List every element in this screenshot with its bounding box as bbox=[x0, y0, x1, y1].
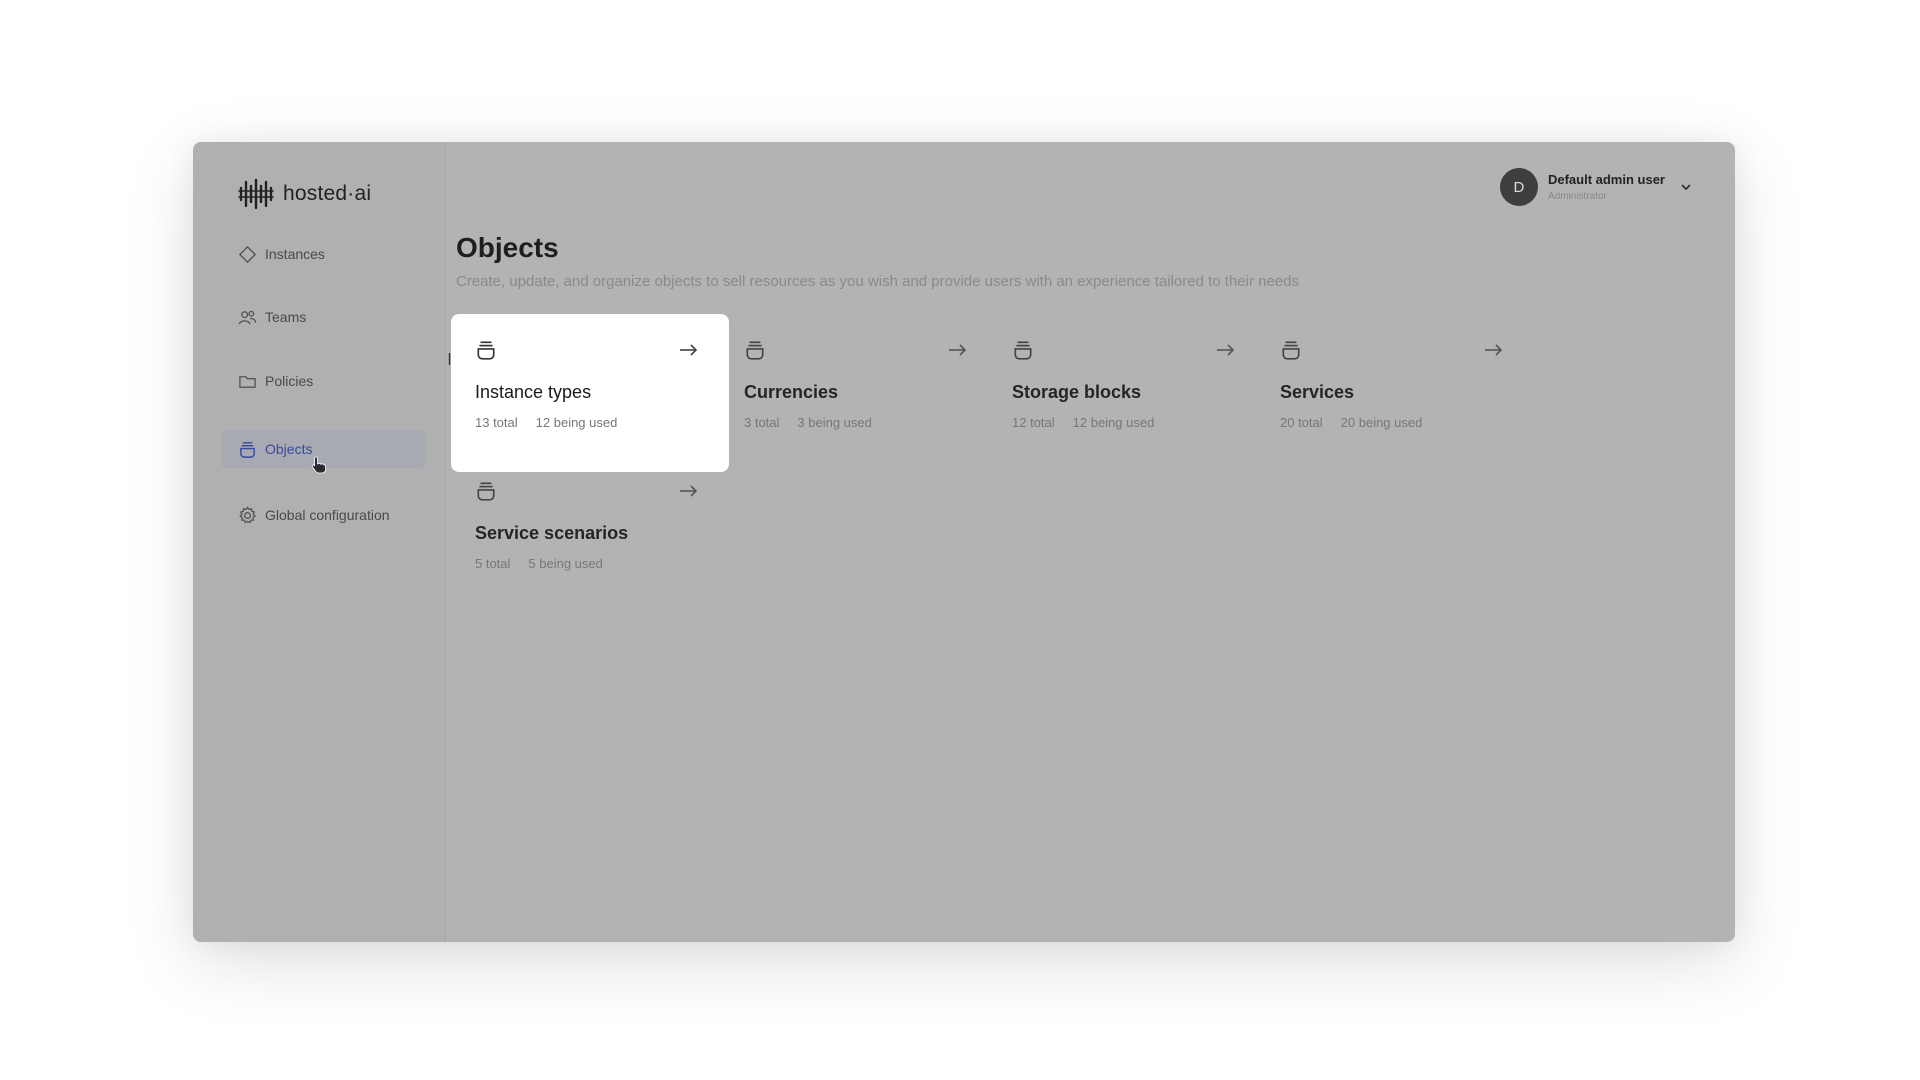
card-total: 13 total bbox=[475, 415, 518, 430]
object-card-storage-blocks[interactable]: Storage blocks 12 total 12 being used bbox=[988, 314, 1266, 472]
user-name: Default admin user bbox=[1547, 172, 1665, 187]
card-title: Service scenarios bbox=[475, 523, 629, 543]
sidebar-item-policies[interactable]: Policies bbox=[221, 362, 425, 400]
app-window: hosted·ai Instances Teams Policies Objec bbox=[193, 142, 1735, 942]
sidebar-item-label: Global configuration bbox=[265, 507, 390, 523]
brand-name: hosted·ai bbox=[283, 182, 372, 205]
main-content: D Default admin user Administrator Objec… bbox=[446, 142, 1735, 942]
logo-mark-icon bbox=[238, 178, 274, 210]
chevron-down-icon[interactable] bbox=[1679, 180, 1693, 194]
object-card-instance-types[interactable]: Instance types 13 total 12 being used bbox=[451, 314, 729, 472]
object-card-services[interactable]: Services 20 total 20 being used bbox=[1256, 314, 1534, 472]
arrow-right-icon[interactable] bbox=[677, 480, 699, 502]
card-total: 12 total bbox=[1012, 415, 1055, 430]
diamond-icon bbox=[237, 244, 257, 264]
page-subtitle: Create, update, and organize objects to … bbox=[456, 273, 1299, 290]
objects-icon bbox=[1014, 341, 1032, 360]
object-card-service-scenarios[interactable]: Service scenarios 5 total 5 being used bbox=[451, 455, 729, 613]
object-card-currencies[interactable]: Currencies 3 total 3 being used bbox=[720, 314, 998, 472]
sidebar-item-teams[interactable]: Teams bbox=[221, 298, 425, 336]
card-total: 3 total bbox=[744, 415, 780, 430]
hand-cursor-icon bbox=[311, 456, 326, 474]
card-used: 12 being used bbox=[1072, 415, 1155, 430]
page-title: Objects bbox=[456, 232, 559, 263]
gear-icon bbox=[237, 505, 257, 525]
user-menu[interactable]: D Default admin user Administrator bbox=[1499, 168, 1693, 206]
objects-icon bbox=[746, 341, 764, 360]
card-used: 20 being used bbox=[1340, 415, 1423, 430]
sidebar-item-label: Objects bbox=[265, 441, 313, 457]
card-total: 5 total bbox=[475, 556, 511, 571]
users-icon bbox=[237, 307, 257, 327]
card-title: Currencies bbox=[744, 382, 839, 402]
sidebar-item-label: Teams bbox=[265, 309, 307, 325]
card-used: 12 being used bbox=[535, 415, 618, 430]
folder-icon bbox=[237, 371, 257, 391]
arrow-right-icon[interactable] bbox=[677, 339, 699, 361]
card-title: Services bbox=[1280, 382, 1355, 402]
arrow-right-icon[interactable] bbox=[1214, 339, 1236, 361]
sidebar-item-label: Instances bbox=[265, 246, 325, 262]
sidebar-item-label: Policies bbox=[265, 373, 314, 389]
user-role: Administrator bbox=[1547, 191, 1607, 202]
sidebar-item-objects[interactable]: Objects bbox=[221, 430, 425, 474]
objects-icon bbox=[237, 439, 257, 459]
avatar: D bbox=[1499, 168, 1538, 206]
card-used: 5 being used bbox=[528, 556, 603, 571]
objects-icon bbox=[1282, 341, 1300, 360]
sidebar: hosted·ai Instances Teams Policies Objec bbox=[193, 142, 446, 942]
sidebar-item-global-configuration[interactable]: Global configuration bbox=[221, 496, 425, 534]
brand-logo[interactable]: hosted·ai bbox=[237, 178, 371, 210]
card-total: 20 total bbox=[1280, 415, 1323, 430]
arrow-right-icon[interactable] bbox=[946, 339, 968, 361]
card-title: Storage blocks bbox=[1012, 382, 1142, 402]
arrow-right-icon[interactable] bbox=[1482, 339, 1504, 361]
sidebar-item-instances[interactable]: Instances bbox=[221, 235, 425, 273]
card-title: Instance types bbox=[475, 382, 592, 402]
card-used: 3 being used bbox=[797, 415, 872, 430]
objects-icon bbox=[477, 482, 495, 501]
objects-icon bbox=[477, 341, 495, 360]
